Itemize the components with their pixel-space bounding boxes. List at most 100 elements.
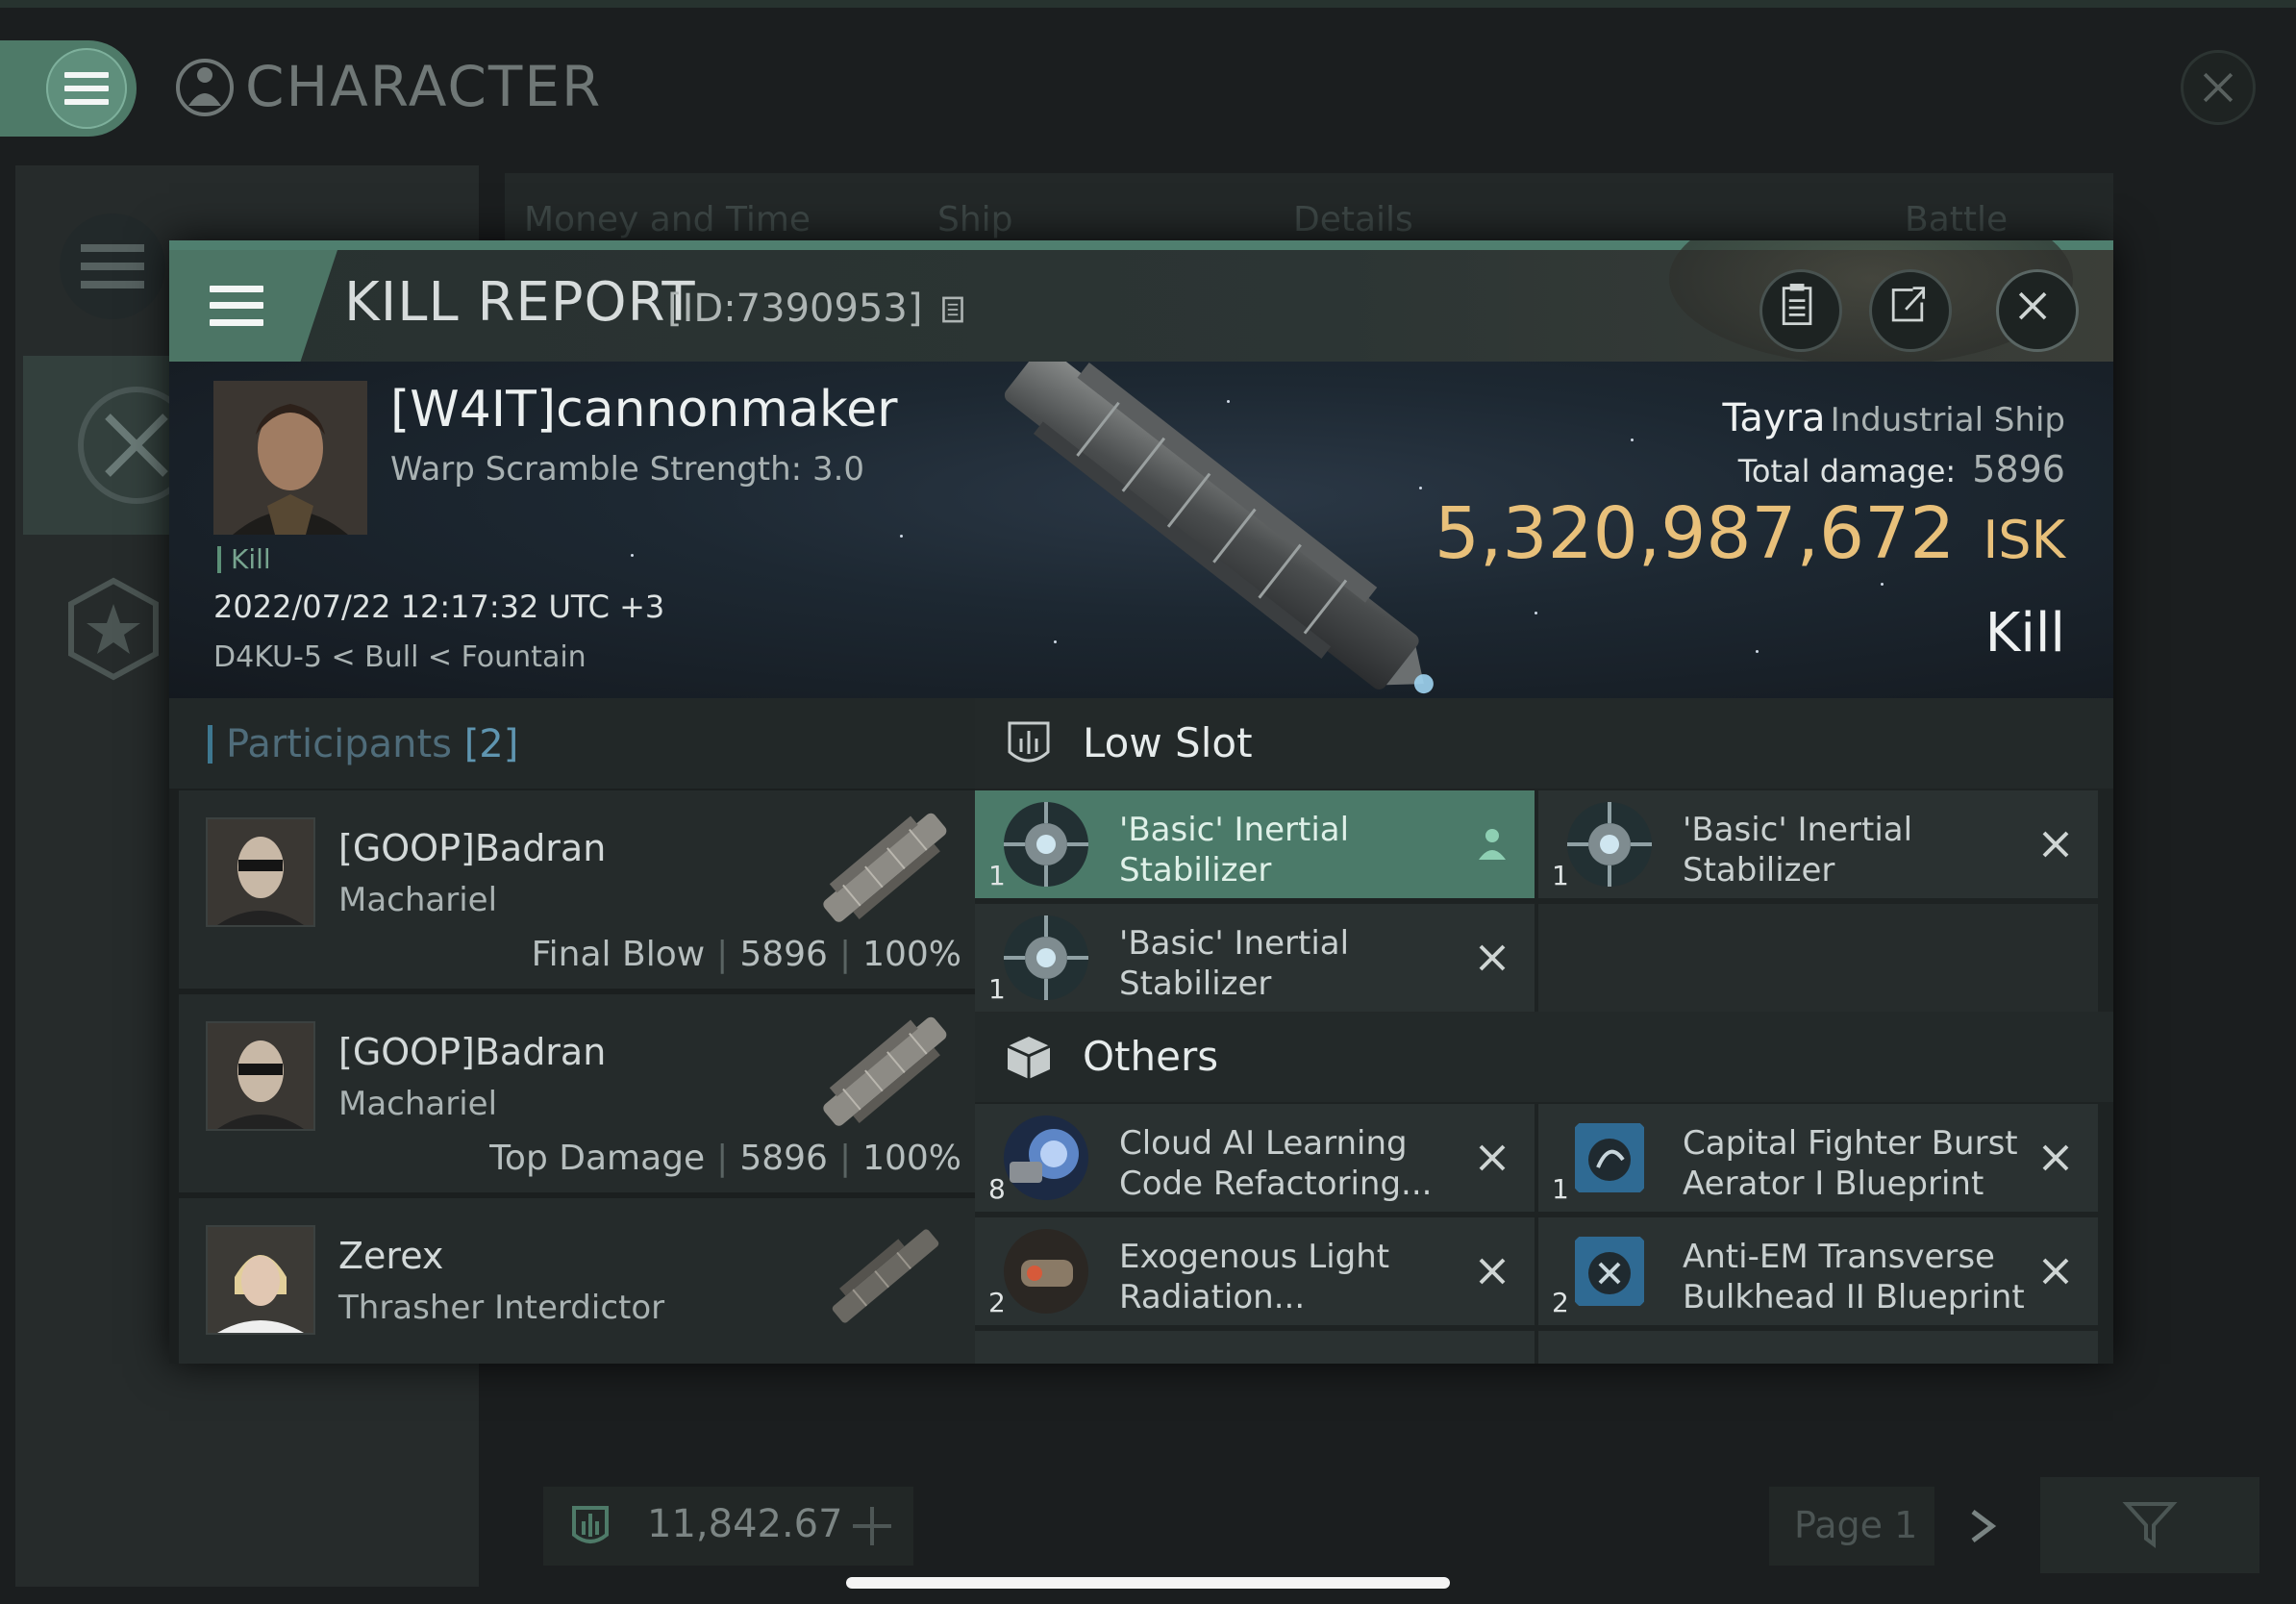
low-slot-header: Low Slot <box>975 698 2113 789</box>
participant-percent: 100% <box>862 935 961 974</box>
ship-class: Industrial Ship <box>1830 401 2065 439</box>
wallet-amount: 11,842.67 <box>543 1487 913 1566</box>
modal-close-button[interactable] <box>1996 269 2079 352</box>
tab-details[interactable]: Details <box>1293 200 1413 239</box>
participant-ship: Machariel <box>338 881 498 919</box>
menu-icon <box>64 72 109 105</box>
low-slot-icon <box>572 1506 609 1543</box>
participant-damage: 5896 <box>739 1139 828 1178</box>
participant-row[interactable]: [GOOP]Badran Machariel Top Damage | 5896 | 1… <box>179 994 977 1192</box>
list-icon <box>81 244 144 288</box>
empty-slot <box>1538 904 2098 1012</box>
nav-list-button[interactable] <box>60 213 165 319</box>
close-icon <box>2203 72 2234 103</box>
blueprint-icon <box>1575 1237 1644 1306</box>
others-title: Others <box>1083 1033 1219 1080</box>
share-button[interactable] <box>1869 269 1952 352</box>
kill-report-title: KILL REPORT <box>344 271 696 334</box>
item-quantity: 2 <box>988 1287 1006 1318</box>
item-name: Exogenous Light Radiation... <box>1119 1238 1390 1316</box>
character-icon <box>176 59 234 116</box>
item-quantity: 8 <box>988 1173 1006 1205</box>
kill-time: 2022/07/22 12:17:32 UTC +3 <box>213 589 665 625</box>
victim-ship[interactable]: Tayra Industrial Ship <box>1723 396 2065 440</box>
booster-icon <box>1004 1229 1088 1314</box>
item-low-slot-3[interactable]: 1 'Basic' Inertial Stabilizer <box>975 904 1535 1012</box>
top-strip <box>0 0 2296 8</box>
kill-report-id: [ID:7390953] <box>667 287 965 331</box>
remove-icon[interactable] <box>2036 1250 2075 1292</box>
victim-portrait[interactable] <box>213 381 367 535</box>
remove-icon[interactable] <box>2036 1137 2075 1179</box>
low-slot-title: Low Slot <box>1083 719 1253 766</box>
participant-ship: Thrasher Interdictor <box>338 1289 665 1327</box>
chevron-right-icon[interactable] <box>1963 1504 2004 1548</box>
pilot-icon <box>1479 829 1506 860</box>
filter-button[interactable] <box>2040 1477 2259 1573</box>
item-others-1[interactable]: 8 Cloud AI Learning Code Refactoring... <box>975 1104 1535 1212</box>
victim-name[interactable]: [W4IT]cannonmaker <box>390 381 897 439</box>
page-label: Page 1 <box>1794 1504 1918 1546</box>
menu-icon <box>210 286 263 326</box>
item-quantity: 1 <box>1552 860 1569 891</box>
participant-name: Zerex <box>338 1235 444 1277</box>
participant-ship: Machariel <box>338 1085 498 1123</box>
participant-name: [GOOP]Badran <box>338 827 607 869</box>
others-header: Others <box>975 1012 2113 1102</box>
kill-location[interactable]: D4KU-5 < Bull < Fountain <box>213 640 586 674</box>
participants-count: [2] <box>463 722 519 766</box>
clipboard-icon <box>1782 284 1812 326</box>
item-quantity: 2 <box>1552 1287 1569 1318</box>
window-title: CHARACTER <box>245 54 603 119</box>
item-others-2[interactable]: 1 Capital Fighter Burst Aerator I Bluepr… <box>1538 1104 2098 1212</box>
item-quantity: 1 <box>988 860 1006 891</box>
item-name: Anti-EM Transverse Bulkhead II Blueprint <box>1683 1238 2025 1316</box>
participant-damage: 5896 <box>739 935 828 974</box>
item-quantity: 1 <box>988 973 1006 1005</box>
total-damage-label: Total damage: <box>1737 453 1957 489</box>
star-icon[interactable] <box>60 575 167 683</box>
item-name: Cloud AI Learning Code Refactoring... <box>1119 1124 1433 1203</box>
item-others-3[interactable]: 2 Exogenous Light Radiation... <box>975 1217 1535 1325</box>
kill-report-id-text: [ID:7390953] <box>667 287 923 331</box>
tab-money-and-time[interactable]: Money and Time <box>524 200 811 239</box>
clipboard-button[interactable] <box>1759 269 1842 352</box>
remove-icon[interactable] <box>1473 1250 1511 1292</box>
participant-row[interactable]: Zerex Thrasher Interdictor <box>179 1198 977 1364</box>
kill-report-modal: KILL REPORT [ID:7390953] [W4IT]cannonmak… <box>169 240 2113 1364</box>
filter-icon <box>2122 1502 2178 1548</box>
participant-portrait <box>206 1021 315 1131</box>
participant-role: Top Damage <box>489 1139 706 1178</box>
item-others-4[interactable]: 2 Anti-EM Transverse Bulkhead II Bluepri… <box>1538 1217 2098 1325</box>
warp-scramble-strength: Warp Scramble Strength: 3.0 <box>390 450 865 489</box>
participant-name: [GOOP]Badran <box>338 1031 607 1073</box>
inertial-stabilizer-icon <box>1004 802 1088 887</box>
participant-ship-image <box>823 1016 947 1126</box>
others-cube-icon <box>1007 1037 1051 1079</box>
main-menu-button[interactable] <box>0 40 137 137</box>
item-low-slot-1[interactable]: 1 'Basic' Inertial Stabilizer <box>975 790 1535 898</box>
plus-icon[interactable] <box>843 1497 901 1555</box>
item-name: 'Basic' Inertial Stabilizer <box>1683 811 1913 890</box>
participant-row[interactable]: [GOOP]Badran Machariel Final Blow | 5896 | 1… <box>179 790 977 989</box>
skill-cube-icon <box>1004 1115 1088 1200</box>
home-indicator[interactable] <box>846 1577 1450 1589</box>
item-others-partial <box>975 1331 1535 1364</box>
copy-icon[interactable] <box>940 294 965 325</box>
inertial-stabilizer-icon <box>1004 915 1088 1000</box>
item-low-slot-2[interactable]: 1 'Basic' Inertial Stabilizer <box>1538 790 2098 898</box>
ship-name: Tayra <box>1722 396 1826 440</box>
participants-title: Participants [2] <box>208 725 518 764</box>
background-tab-bar: Money and Time Ship Details Battle Statu… <box>505 173 2113 279</box>
item-name: Capital Fighter Burst Aerator I Blueprin… <box>1683 1124 2018 1203</box>
window-close-button[interactable] <box>2181 50 2256 125</box>
participant-role: Final Blow <box>531 935 706 974</box>
remove-icon[interactable] <box>1473 937 1511 979</box>
close-icon <box>2018 291 2047 320</box>
remove-icon[interactable] <box>1473 1137 1511 1179</box>
participant-ship-image <box>832 1229 939 1323</box>
low-slot-icon <box>1008 721 1050 763</box>
items-panel: Low Slot 1 'Basic' Inertial Stabilizer 1… <box>975 698 2113 1364</box>
tab-ship[interactable]: Ship <box>937 200 1013 239</box>
remove-icon[interactable] <box>2036 823 2075 865</box>
